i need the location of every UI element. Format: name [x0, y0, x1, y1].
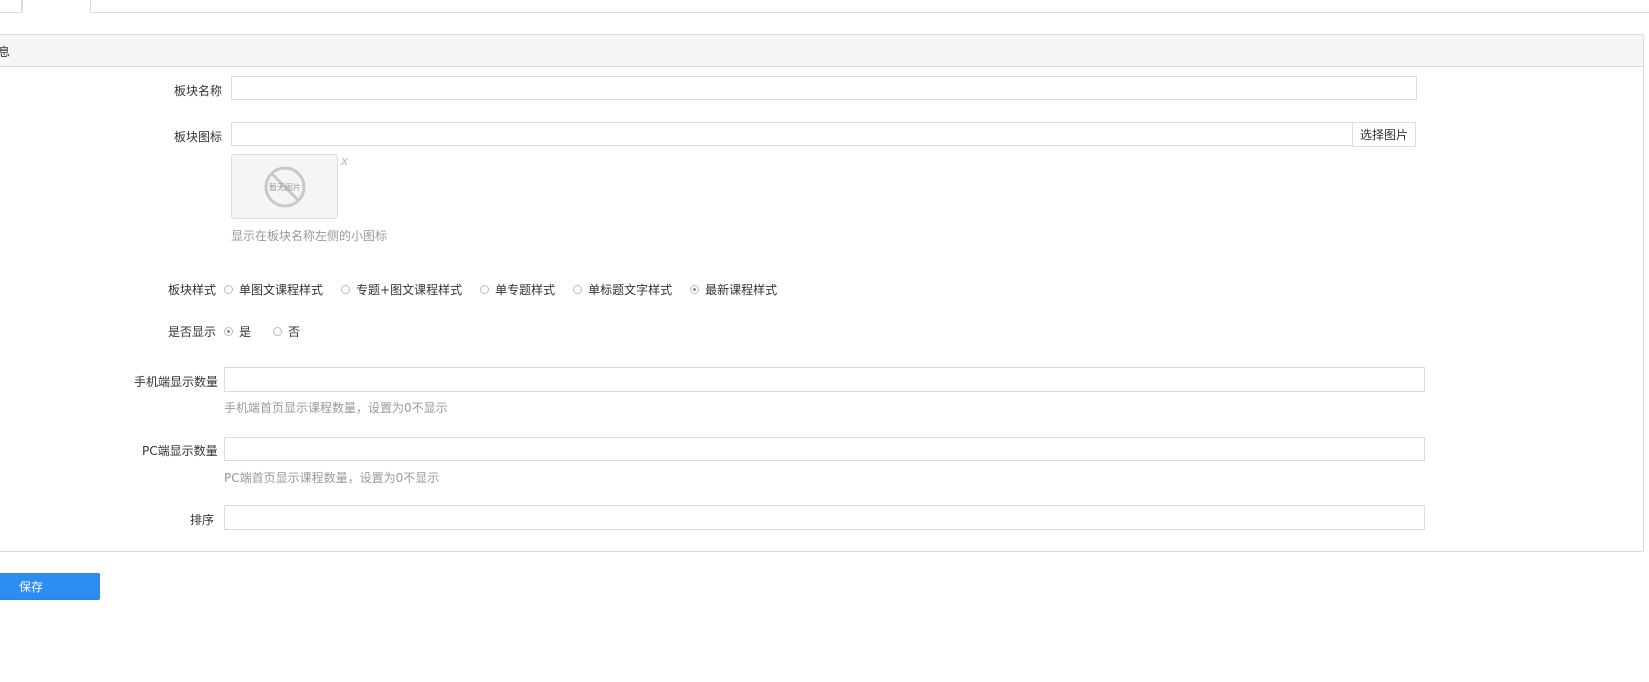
radio-icon[interactable]: [690, 285, 700, 294]
panel-title: 息: [0, 45, 11, 59]
radio-label: 是: [239, 325, 252, 339]
radio-icon[interactable]: [224, 285, 233, 294]
radio-icon[interactable]: [480, 285, 490, 294]
sort-label: 排序: [190, 513, 215, 527]
pc-count-label: PC端显示数量: [142, 444, 218, 458]
icon-help-text: 显示在板块名称左侧的小图标: [231, 229, 388, 243]
radio-label: 单专题样式: [495, 283, 556, 297]
icon-label: 板块图标: [174, 130, 223, 144]
display-option-no[interactable]: 否: [273, 323, 300, 340]
radio-label: 单图文课程样式: [239, 283, 324, 297]
tab-first[interactable]: [0, 0, 22, 13]
display-option-yes[interactable]: 是: [224, 323, 251, 340]
name-label: 板块名称: [174, 84, 223, 98]
radio-icon[interactable]: [273, 327, 283, 336]
no-image-text: 暂无图片: [269, 183, 301, 192]
radio-icon[interactable]: [573, 285, 583, 294]
radio-label: 单标题文字样式: [588, 283, 673, 297]
display-radio-group: 是 否: [224, 323, 318, 340]
style-radio-group: 单图文课程样式 专题+图文课程样式 单专题样式 单标题文字样式 最新课程样式: [224, 281, 795, 298]
icon-thumbnail: 暂无图片: [231, 154, 338, 219]
radio-label: 否: [288, 325, 301, 339]
radio-label: 最新课程样式: [705, 283, 778, 297]
pc-count-input[interactable]: [224, 437, 1425, 461]
radio-icon[interactable]: [341, 285, 351, 294]
panel-heading: 息: [0, 35, 1643, 67]
style-option-topic-image-text[interactable]: 专题+图文课程样式: [341, 281, 462, 298]
display-label: 是否显示: [168, 325, 217, 339]
remove-image-icon[interactable]: x: [341, 154, 348, 168]
style-option-latest-course[interactable]: 最新课程样式: [690, 281, 777, 298]
select-image-button[interactable]: 选择图片: [1352, 122, 1416, 147]
tab-bar: [0, 0, 1649, 13]
style-option-single-title-text[interactable]: 单标题文字样式: [573, 281, 672, 298]
tab-active[interactable]: [22, 0, 91, 13]
icon-url-input[interactable]: [231, 122, 1353, 146]
mobile-count-input[interactable]: [224, 367, 1425, 392]
radio-label: 专题+图文课程样式: [356, 283, 463, 297]
style-option-single-topic[interactable]: 单专题样式: [480, 281, 555, 298]
radio-icon[interactable]: [224, 327, 233, 336]
save-button[interactable]: 保存: [0, 573, 100, 600]
mobile-count-help: 手机端首页显示课程数量，设置为0不显示: [224, 401, 448, 415]
style-option-single-image-text[interactable]: 单图文课程样式: [224, 281, 323, 298]
name-input[interactable]: [231, 76, 1417, 100]
mobile-count-label: 手机端显示数量: [134, 375, 219, 389]
sort-input[interactable]: [224, 505, 1425, 530]
pc-count-help: PC端首页显示课程数量，设置为0不显示: [224, 471, 440, 485]
style-label: 板块样式: [168, 283, 217, 297]
